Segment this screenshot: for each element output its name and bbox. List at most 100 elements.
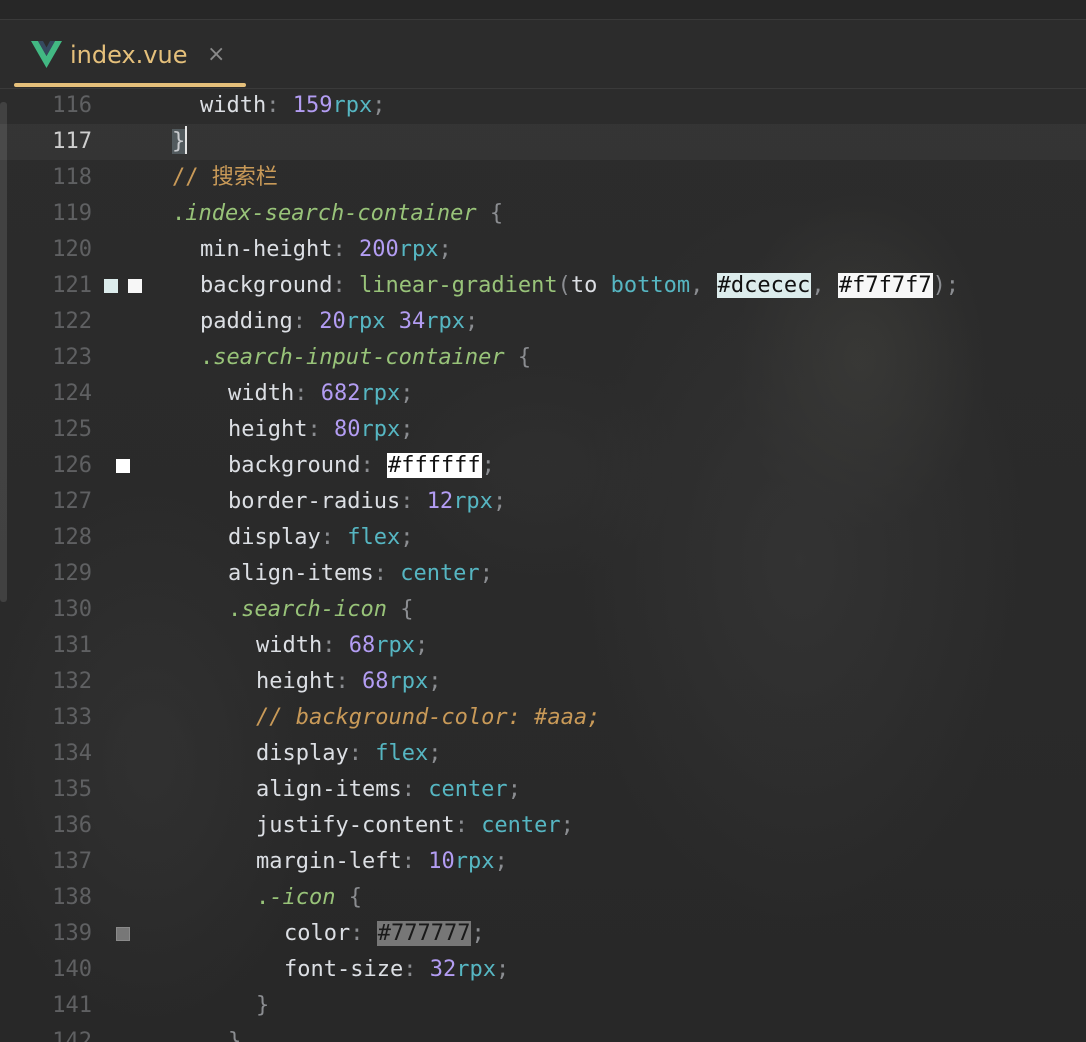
code-token: : — [332, 237, 359, 262]
code-token: width — [256, 633, 323, 658]
code-token: . — [256, 885, 270, 910]
code-token: : — [373, 561, 401, 586]
code-line[interactable]: 141} — [0, 988, 1086, 1024]
code-line[interactable]: 132 height: 68rpx; — [0, 664, 1086, 700]
code-token: . — [228, 597, 242, 622]
line-number: 131 — [52, 633, 92, 658]
code-token: align-items — [228, 561, 374, 586]
code-line[interactable]: 122 padding: 20rpx 34rpx; — [0, 304, 1086, 340]
code-line[interactable]: 117} — [0, 124, 1086, 160]
code-line[interactable]: 118 // 搜索栏 — [0, 160, 1086, 196]
line-number: 130 — [52, 597, 92, 622]
code-token: margin-left — [256, 849, 402, 874]
code-token: rpx — [456, 957, 496, 982]
code-token: height — [228, 417, 308, 442]
line-number: 124 — [52, 381, 92, 406]
line-number: 123 — [52, 345, 92, 370]
code-text: color: #777777; — [284, 916, 485, 952]
code-line[interactable]: 140 font-size: 32rpx; — [0, 952, 1086, 988]
code-line[interactable]: 137 margin-left: 10rpx; — [0, 844, 1086, 880]
color-swatch-icon[interactable] — [104, 279, 118, 293]
code-token: display — [228, 525, 321, 550]
color-swatch-icon[interactable] — [116, 927, 130, 941]
code-token: 32 — [429, 957, 457, 982]
line-number: 137 — [52, 849, 92, 874]
code-token: flex — [347, 525, 401, 550]
code-line[interactable]: 121 background: linear-gradient(to bottom… — [0, 268, 1086, 304]
code-token: ; — [372, 93, 386, 118]
code-token: center — [428, 777, 508, 802]
code-line[interactable]: 123 .search-input-container { — [0, 340, 1086, 376]
code-token: ; — [479, 561, 493, 586]
code-token: rpx — [398, 237, 439, 262]
tab-index-vue[interactable]: index.vue × — [14, 20, 246, 88]
code-token: 159 — [292, 93, 333, 118]
code-line[interactable]: 128 display: flex; — [0, 520, 1086, 556]
code-token: ; — [560, 813, 574, 838]
code-line[interactable]: 124 width: 682rpx; — [0, 376, 1086, 412]
code-line[interactable]: 134 display: flex; — [0, 736, 1086, 772]
code-token: background — [228, 453, 361, 478]
code-token: : — [335, 669, 362, 694]
code-token: #dcecec — [716, 273, 812, 298]
code-line[interactable]: 116 width: 159rpx; — [0, 88, 1086, 124]
text-cursor — [185, 126, 188, 154]
code-token: rpx — [375, 633, 415, 658]
code-line[interactable]: 139 color: #777777; — [0, 916, 1086, 952]
line-number: 140 — [52, 957, 92, 982]
code-line[interactable]: 131 width: 68rpx; — [0, 628, 1086, 664]
code-token: ; — [400, 525, 414, 550]
code-token: : — [294, 381, 321, 406]
code-token: : — [322, 633, 349, 658]
code-text: width: 159rpx; — [200, 88, 385, 124]
code-token: rpx — [332, 93, 373, 118]
code-token: align-items — [256, 777, 402, 802]
code-token: linear-gradient — [358, 273, 558, 298]
code-token: 20 — [319, 309, 346, 334]
line-number: 133 — [52, 705, 92, 730]
line-number: 129 — [52, 561, 92, 586]
code-line[interactable]: 126 background: #ffffff; — [0, 448, 1086, 484]
line-number: 125 — [52, 417, 92, 442]
code-text: .search-icon { — [228, 592, 413, 628]
code-token: . — [200, 345, 214, 370]
tab-title: index.vue — [70, 41, 188, 69]
code-line[interactable]: 129 align-items: center; — [0, 556, 1086, 592]
color-swatch-icon[interactable] — [128, 279, 142, 293]
code-line[interactable]: 130 .search-icon { — [0, 592, 1086, 628]
code-line[interactable]: 135 align-items: center; — [0, 772, 1086, 808]
code-text: margin-left: 10rpx; — [256, 844, 508, 880]
code-line[interactable]: 127 border-radius: 12rpx; — [0, 484, 1086, 520]
code-line[interactable]: 133 // background-color: #aaa; — [0, 700, 1086, 736]
code-token: : — [266, 93, 293, 118]
code-token: ; — [507, 777, 521, 802]
line-number: 122 — [52, 309, 92, 334]
code-token: : — [401, 849, 429, 874]
active-tab-indicator — [14, 83, 246, 87]
code-token: 10 — [428, 849, 455, 874]
code-token: justify-content — [256, 813, 455, 838]
code-token: rpx — [345, 309, 386, 334]
code-token: 200 — [358, 237, 399, 262]
line-number: 136 — [52, 813, 92, 838]
code-editor[interactable]: 116 width: 159rpx; 117} 118// 搜索栏 119 .index-… — [0, 88, 1086, 1042]
close-icon[interactable]: × — [207, 39, 225, 71]
code-token: : — [360, 453, 387, 478]
color-swatch-icon[interactable] — [116, 459, 130, 473]
code-token: search-icon — [241, 597, 387, 622]
code-line[interactable]: 142} — [0, 1024, 1086, 1042]
code-text: display: flex; — [228, 520, 413, 556]
code-line[interactable]: 138 .-icon { — [0, 880, 1086, 916]
code-line[interactable]: 120 min-height: 200rpx; — [0, 232, 1086, 268]
code-line[interactable]: 119 .index-search-container { — [0, 196, 1086, 232]
line-number: 134 — [52, 741, 92, 766]
code-text: .index-search-container { — [172, 196, 503, 232]
code-token: ; — [414, 633, 429, 658]
line-number: 138 — [52, 885, 92, 910]
code-token: ( — [557, 273, 571, 298]
code-token: ); — [932, 273, 960, 298]
code-line[interactable]: 125 height: 80rpx; — [0, 412, 1086, 448]
code-token: padding — [200, 309, 293, 334]
code-token: { — [476, 201, 504, 226]
code-line[interactable]: 136 justify-content: center; — [0, 808, 1086, 844]
